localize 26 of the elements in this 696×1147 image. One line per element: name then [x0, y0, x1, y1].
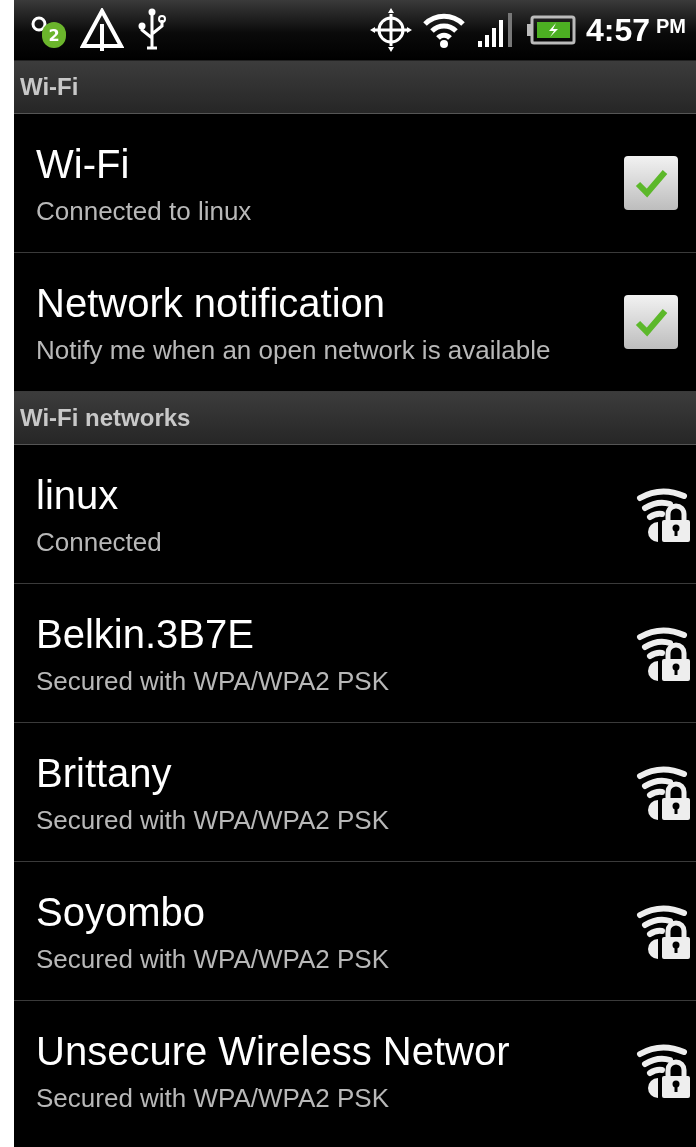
battery-icon: [525, 15, 576, 45]
checkbox[interactable]: [624, 295, 678, 349]
gps-icon: [369, 8, 412, 52]
wifi-icon: [421, 11, 466, 49]
warning-icon: [80, 8, 124, 52]
item-summary: Secured with WPA/WPA2 PSK: [36, 804, 391, 836]
item-title: Unsecure Wireless Networ: [36, 1028, 511, 1075]
item-title: Belkin.3B7E: [36, 611, 255, 658]
section-header: Wi-Fi networks: [14, 392, 696, 445]
item-summary: Connected to linux: [36, 195, 253, 227]
item-summary: Connected: [36, 526, 163, 558]
item-title: Wi-Fi: [36, 141, 131, 188]
notification-badge: 2: [42, 22, 66, 48]
item-summary: Notify me when an open network is available: [36, 334, 552, 366]
usb-icon: [136, 8, 168, 52]
item-title: linux: [36, 472, 120, 519]
clock: 4:57: [585, 11, 650, 49]
checkbox[interactable]: [624, 156, 678, 210]
item-summary: Secured with WPA/WPA2 PSK: [36, 1082, 391, 1114]
clock-period: PM: [656, 15, 686, 38]
section-header: Wi-Fi: [14, 61, 696, 114]
item-title: Network notification: [36, 280, 387, 327]
item-title: Soyombo: [36, 889, 206, 936]
item-title: Brittany: [36, 750, 173, 797]
item-summary: Secured with WPA/WPA2 PSK: [36, 665, 391, 697]
item-summary: Secured with WPA/WPA2 PSK: [36, 943, 391, 975]
